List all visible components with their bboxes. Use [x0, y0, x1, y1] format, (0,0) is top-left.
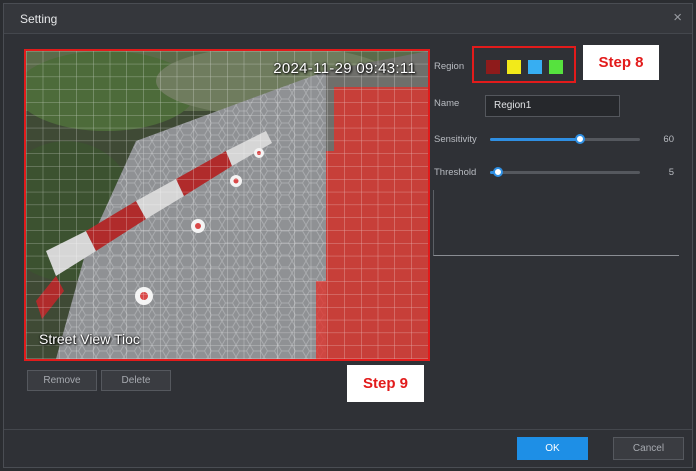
region-name-input[interactable]: Region1: [485, 95, 620, 117]
region-color-picker: [472, 46, 576, 83]
threshold-slider-thumb[interactable]: [492, 167, 503, 177]
threshold-label: Threshold: [434, 167, 477, 178]
cancel-button[interactable]: Cancel: [613, 437, 684, 460]
sensitivity-slider[interactable]: [490, 134, 640, 144]
camera-scene: [26, 51, 428, 359]
sensitivity-slider-fill: [490, 138, 580, 141]
step-8-callout: Step 8: [583, 45, 659, 80]
region-swatch-2[interactable]: [507, 60, 521, 74]
motion-graph: [433, 190, 679, 256]
region-label: Region: [434, 61, 465, 72]
threshold-slider[interactable]: [490, 167, 640, 177]
name-label: Name: [434, 98, 460, 109]
video-preview[interactable]: 2024-11-29 09:43:11 Street View Tioc: [24, 49, 430, 361]
osd-channel-name: Street View Tioc: [39, 331, 140, 347]
sensitivity-value: 60: [663, 134, 674, 145]
dialog-titlebar: Setting ×: [4, 4, 692, 34]
sensitivity-slider-thumb[interactable]: [575, 134, 585, 144]
delete-button[interactable]: Delete: [101, 370, 171, 391]
footer-divider: [4, 429, 692, 430]
region-swatch-3[interactable]: [528, 60, 542, 74]
step-9-callout: Step 9: [347, 365, 424, 402]
ok-button[interactable]: OK: [517, 437, 588, 460]
osd-timestamp: 2024-11-29 09:43:11: [273, 60, 416, 77]
sensitivity-label: Sensitivity: [434, 134, 477, 145]
dialog-title: Setting: [20, 12, 58, 26]
close-icon[interactable]: ×: [673, 10, 682, 26]
region-swatch-1[interactable]: [486, 60, 500, 74]
remove-button[interactable]: Remove: [27, 370, 97, 391]
region-swatch-4[interactable]: [549, 60, 563, 74]
threshold-value: 5: [668, 167, 674, 178]
